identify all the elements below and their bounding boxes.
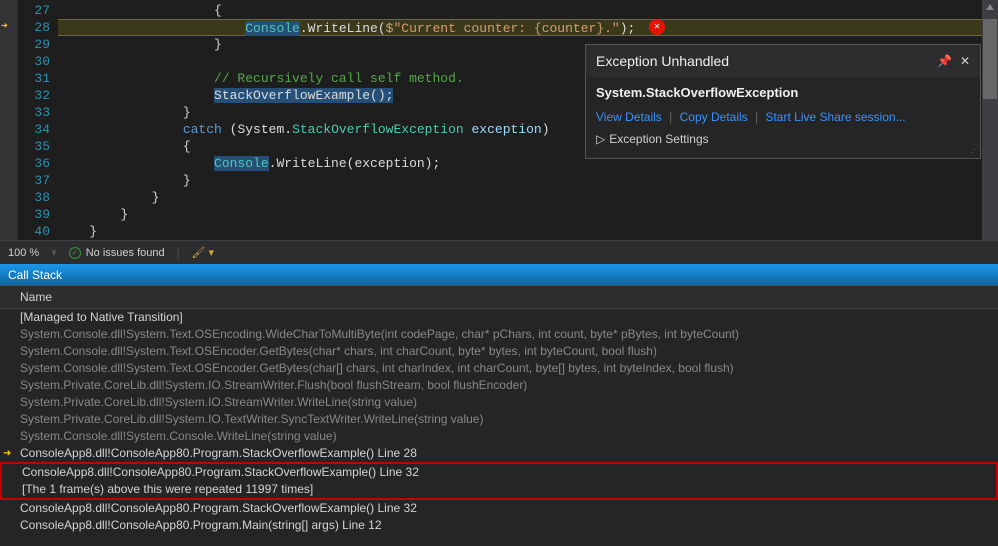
popup-header: Exception Unhandled 📌 ✕ <box>586 45 980 77</box>
callstack-row[interactable]: System.Private.CoreLib.dll!System.IO.Str… <box>0 377 998 394</box>
pin-icon[interactable]: 📌 <box>937 54 952 68</box>
code-line[interactable]: } <box>58 223 998 240</box>
issues-status[interactable]: ✓ No issues found <box>69 247 165 259</box>
callstack-row[interactable]: System.Private.CoreLib.dll!System.IO.Tex… <box>0 411 998 428</box>
current-frame-arrow-icon: ➜ <box>3 446 11 461</box>
close-icon[interactable]: ✕ <box>960 54 970 68</box>
execution-pointer-icon: ➜ <box>1 19 8 33</box>
callstack-rows: [Managed to Native Transition] System.Co… <box>0 309 998 534</box>
scrollbar-thumb[interactable] <box>983 19 997 99</box>
error-icon[interactable]: ✕ <box>649 19 665 35</box>
zoom-level[interactable]: 100 % <box>8 247 39 259</box>
check-icon: ✓ <box>69 247 81 259</box>
copy-details-link[interactable]: Copy Details <box>680 110 748 124</box>
callstack-panel: Call Stack Name [Managed to Native Trans… <box>0 264 998 546</box>
line-numbers: 27 28 29 30 31 32 33 34 35 36 37 38 39 4… <box>18 0 58 240</box>
callstack-row[interactable]: System.Console.dll!System.Console.WriteL… <box>0 428 998 445</box>
exception-popup: Exception Unhandled 📌 ✕ System.StackOver… <box>585 44 981 159</box>
callstack-header-name[interactable]: Name <box>0 286 998 309</box>
callstack-row[interactable]: ConsoleApp8.dll!ConsoleApp80.Program.Sta… <box>2 464 996 481</box>
callstack-row[interactable]: ConsoleApp8.dll!ConsoleApp80.Program.Sta… <box>0 500 998 517</box>
callstack-row[interactable]: [Managed to Native Transition] <box>0 309 998 326</box>
vertical-scrollbar[interactable] <box>982 0 998 240</box>
chevron-right-icon: ▷ <box>596 132 605 146</box>
callstack-row-repeat[interactable]: [The 1 frame(s) above this were repeated… <box>2 481 996 498</box>
resize-handle-icon[interactable]: ⋰ <box>970 144 977 155</box>
exception-name: System.StackOverflowException <box>596 85 970 100</box>
code-line[interactable]: } <box>58 189 998 206</box>
view-details-link[interactable]: View Details <box>596 110 662 124</box>
callstack-row[interactable]: ConsoleApp8.dll!ConsoleApp80.Program.Mai… <box>0 517 998 534</box>
code-line[interactable]: } <box>58 206 998 223</box>
status-bar: 100 % ▾ ✓ No issues found | 🖌 ▾ <box>0 240 998 264</box>
callstack-row[interactable]: System.Console.dll!System.Text.OSEncoder… <box>0 360 998 377</box>
callstack-row[interactable]: System.Console.dll!System.Text.OSEncoder… <box>0 343 998 360</box>
callstack-row[interactable]: System.Private.CoreLib.dll!System.IO.Str… <box>0 394 998 411</box>
callstack-row[interactable]: System.Console.dll!System.Text.OSEncodin… <box>0 326 998 343</box>
brush-icon[interactable]: 🖌 ▾ <box>191 246 214 259</box>
popup-title: Exception Unhandled <box>596 53 729 69</box>
live-share-link[interactable]: Start Live Share session... <box>765 110 905 124</box>
code-line-current[interactable]: Console.WriteLine($"Current counter: {co… <box>58 19 998 36</box>
highlighted-frames: ConsoleApp8.dll!ConsoleApp80.Program.Sta… <box>0 462 998 500</box>
exception-settings[interactable]: ▷ Exception Settings <box>596 132 970 146</box>
code-line[interactable]: { <box>58 2 998 19</box>
code-line[interactable]: } <box>58 172 998 189</box>
gutter: ➜ <box>0 0 18 240</box>
callstack-title[interactable]: Call Stack <box>0 264 998 286</box>
callstack-row-current[interactable]: ➜ConsoleApp8.dll!ConsoleApp80.Program.St… <box>0 445 998 462</box>
